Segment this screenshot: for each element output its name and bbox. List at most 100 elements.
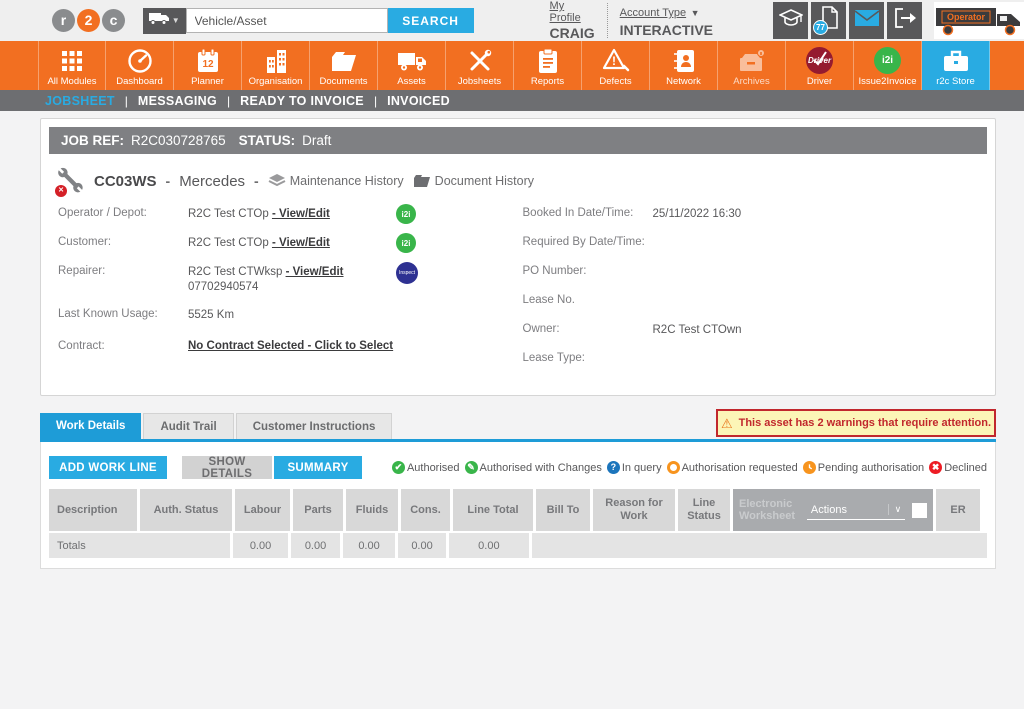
col-line-status: Line Status bbox=[678, 489, 730, 531]
nav-organisation[interactable]: Organisation bbox=[242, 41, 310, 90]
field-owner: Owner: R2C Test CTOwn bbox=[523, 323, 988, 339]
separator: | bbox=[227, 94, 230, 108]
document-history-link[interactable]: Document History bbox=[413, 174, 534, 188]
tab-work-details[interactable]: Work Details bbox=[40, 413, 141, 439]
field-repairer: Repairer: R2C Test CTWksp - View/Edit 07… bbox=[58, 265, 523, 295]
col-bill-to: Bill To bbox=[536, 489, 590, 531]
maintenance-history-link[interactable]: Maintenance History bbox=[268, 174, 404, 188]
my-profile-block[interactable]: My Profile CRAIG bbox=[538, 0, 607, 41]
legend-authorised: ✔ Authorised bbox=[392, 461, 460, 474]
totals-label: Totals bbox=[49, 533, 230, 558]
repairer-view-edit-link[interactable]: - View/Edit bbox=[286, 266, 344, 278]
field-booked-in: Booked In Date/Time: 25/11/2022 16:30 bbox=[523, 207, 988, 223]
totals-parts: 0.00 bbox=[291, 533, 341, 558]
asset-warning-banner[interactable]: ⚠ This asset has 2 warnings that require… bbox=[716, 409, 996, 437]
nav-issue2invoice[interactable]: i2i Issue2Invoice bbox=[854, 41, 922, 90]
driver-icon: Driver bbox=[806, 46, 833, 75]
totals-fluids: 0.00 bbox=[343, 533, 394, 558]
field-operator-depot: Operator / Depot: R2C Test CTOp - View/E… bbox=[58, 207, 523, 223]
summary-button[interactable]: SUMMARY bbox=[274, 456, 362, 479]
search-type-dropdown[interactable]: ▼ bbox=[143, 8, 186, 34]
col-fluids: Fluids bbox=[346, 489, 398, 531]
nav-defects[interactable]: ! Defects bbox=[582, 41, 650, 90]
subnav-jobsheet[interactable]: JOBSHEET bbox=[45, 94, 115, 108]
question-icon: ? bbox=[607, 461, 620, 474]
work-lines-table: Description Auth. Status Labour Parts Fl… bbox=[49, 489, 987, 558]
envelope-icon bbox=[854, 9, 880, 32]
wrench-icon: ✕ bbox=[57, 167, 85, 195]
vehicle-asset-search-input[interactable] bbox=[186, 8, 388, 33]
logo-letter-c: c bbox=[102, 9, 125, 32]
col-line-total: Line Total bbox=[453, 489, 533, 531]
subnav-invoiced[interactable]: INVOICED bbox=[387, 94, 450, 108]
nav-jobsheets[interactable]: Jobsheets bbox=[446, 41, 514, 90]
job-fields-left: Operator / Depot: R2C Test CTOp - View/E… bbox=[58, 207, 523, 381]
nav-planner[interactable]: 12 Planner bbox=[174, 41, 242, 90]
chevron-down-icon: ▼ bbox=[691, 8, 700, 18]
topbar-icon-buttons: 77 bbox=[773, 2, 922, 39]
job-header-card: JOB REF: R2C030728765 STATUS: Draft ✕ CC… bbox=[40, 118, 996, 396]
legend-in-query: ? In query bbox=[607, 461, 662, 474]
nav-r2c-store[interactable]: r2c Store bbox=[922, 41, 990, 90]
col-auth-status: Auth. Status bbox=[140, 489, 232, 531]
totals-labour: 0.00 bbox=[233, 533, 287, 558]
archive-drawer-icon bbox=[738, 46, 766, 75]
work-details-panel: ADD WORK LINE SHOW DETAILS SUMMARY ✔ Aut… bbox=[40, 442, 996, 569]
select-contract-link[interactable]: No Contract Selected - Click to Select bbox=[188, 340, 393, 356]
check-icon: ✔ bbox=[392, 461, 405, 474]
job-fields: Operator / Depot: R2C Test CTOp - View/E… bbox=[58, 207, 987, 381]
select-all-checkbox[interactable] bbox=[912, 503, 927, 518]
account-type-link[interactable]: Account Type bbox=[620, 7, 686, 19]
show-details-button[interactable]: SHOW DETAILS bbox=[182, 456, 272, 479]
subnav-ready-to-invoice[interactable]: READY TO INVOICE bbox=[240, 94, 364, 108]
warning-triangle-icon: ⚠ bbox=[721, 417, 733, 430]
separator: | bbox=[374, 94, 377, 108]
tab-customer-instructions[interactable]: Customer Instructions bbox=[236, 413, 393, 439]
chevron-down-icon: ∨ bbox=[888, 504, 902, 515]
totals-row: Totals 0.00 0.00 0.00 0.00 0.00 bbox=[49, 533, 987, 558]
nav-assets[interactable]: Assets bbox=[378, 41, 446, 90]
job-ref-label: JOB REF: bbox=[61, 133, 124, 148]
nav-documents[interactable]: Documents bbox=[310, 41, 378, 90]
operator-view-edit-link[interactable]: - View/Edit bbox=[272, 208, 330, 220]
warning-text: This asset has 2 warnings that require a… bbox=[739, 417, 991, 429]
logout-door-icon bbox=[893, 7, 917, 34]
nav-driver[interactable]: Driver Driver bbox=[786, 41, 854, 90]
nav-all-modules[interactable]: All Modules bbox=[38, 41, 106, 90]
add-work-line-button[interactable]: ADD WORK LINE bbox=[49, 456, 167, 479]
account-type-block[interactable]: Account Type ▼ INTERACTIVE bbox=[607, 3, 725, 38]
graduation-cap-icon bbox=[779, 9, 803, 32]
briefcase-icon bbox=[942, 46, 970, 75]
warning-triangle-icon: ! bbox=[602, 46, 630, 75]
nav-dashboard[interactable]: Dashboard bbox=[106, 41, 174, 90]
inspect-badge: Inspect bbox=[396, 262, 418, 284]
search-button[interactable]: SEARCH bbox=[388, 8, 474, 33]
actions-dropdown[interactable]: Actions ∨ bbox=[807, 500, 905, 520]
status-label: STATUS: bbox=[239, 133, 296, 148]
feedback-button[interactable]: 77 bbox=[811, 2, 846, 39]
messages-button[interactable] bbox=[849, 2, 884, 39]
operator-mode-widget[interactable]: Operator bbox=[934, 2, 1024, 39]
chevron-down-icon: ▼ bbox=[172, 16, 180, 25]
i2i-badge: i2i bbox=[396, 204, 416, 224]
electronic-worksheet-group: Electronic Worksheet Actions ∨ bbox=[733, 489, 933, 531]
nav-network[interactable]: Network bbox=[650, 41, 718, 90]
work-toolbar: ADD WORK LINE SHOW DETAILS SUMMARY ✔ Aut… bbox=[49, 456, 987, 479]
training-button[interactable] bbox=[773, 2, 808, 39]
nav-reports[interactable]: Reports bbox=[514, 41, 582, 90]
tab-audit-trail[interactable]: Audit Trail bbox=[143, 413, 233, 439]
my-profile-link[interactable]: My Profile bbox=[550, 0, 595, 24]
nav-archives[interactable]: Archives bbox=[718, 41, 786, 90]
field-lease-no: Lease No. bbox=[523, 294, 988, 310]
customer-view-edit-link[interactable]: - View/Edit bbox=[272, 237, 330, 249]
repairer-phone: 07702940574 bbox=[188, 281, 258, 293]
r2c-logo[interactable]: r 2 c bbox=[52, 9, 127, 32]
separator: | bbox=[125, 94, 128, 108]
logout-button[interactable] bbox=[887, 2, 922, 39]
table-header-row: Description Auth. Status Labour Parts Fl… bbox=[49, 489, 987, 531]
job-ref-value: R2C030728765 bbox=[131, 133, 226, 148]
subnav-messaging[interactable]: MESSAGING bbox=[138, 94, 217, 108]
field-required-by: Required By Date/Time: bbox=[523, 236, 988, 252]
separator: - bbox=[166, 173, 171, 189]
col-parts: Parts bbox=[293, 489, 343, 531]
